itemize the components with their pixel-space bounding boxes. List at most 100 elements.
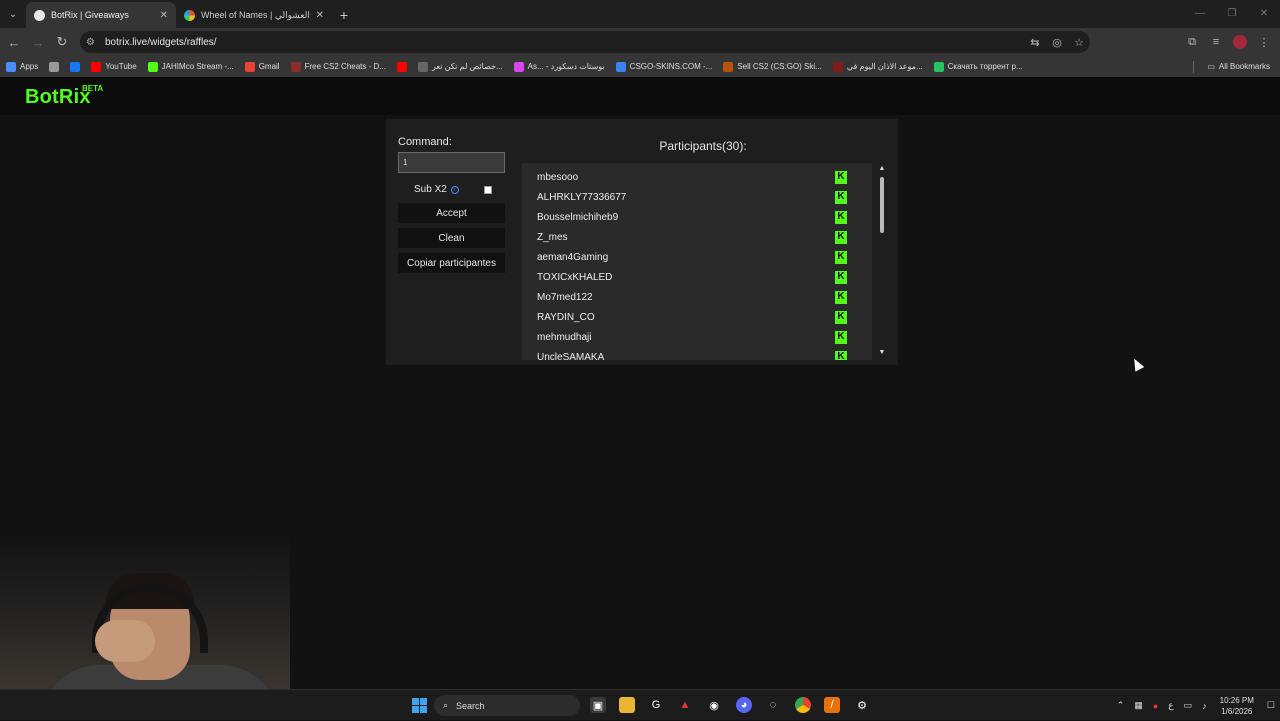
search-icon: ⌕ [443, 700, 449, 710]
participant-row[interactable]: UncleSAMAKA K [537, 347, 862, 360]
bookmark-item[interactable] [49, 61, 60, 72]
participant-row[interactable]: mehmudhaji K [537, 327, 862, 347]
tab-close-icon[interactable]: ✕ [316, 10, 324, 21]
participant-row[interactable]: mbesooo K [537, 167, 862, 187]
scroll-down-arrow-icon[interactable]: ▼ [878, 349, 886, 356]
clock-time: 10:26 PM [1219, 695, 1254, 705]
tab-search-chevron-icon[interactable]: ⌄ [0, 1, 26, 27]
steam-icon[interactable]: ◉ [706, 697, 722, 713]
participant-row[interactable]: TOXICxKHALED K [537, 267, 862, 287]
url-text: botrix.live/widgets/raffles/ [105, 36, 217, 48]
profile-avatar[interactable] [1233, 35, 1247, 49]
menu-kebab-icon[interactable]: ⋮ [1252, 36, 1276, 49]
info-icon[interactable]: i [450, 185, 459, 194]
notification-icon[interactable]: ☐ [1267, 700, 1275, 711]
tab-botrix-giveaways[interactable]: BotRix | Giveaways ✕ [26, 2, 176, 28]
reload-icon[interactable]: ↻ [50, 30, 74, 54]
clock[interactable]: 10:26 PM 1/6/2026 [1220, 695, 1254, 717]
tray-chevron-icon[interactable]: ⌃ [1117, 700, 1125, 711]
participants-scrollbar[interactable]: ▲ ▼ [878, 165, 886, 359]
participant-row[interactable]: ALHRKLY77336677 K [537, 187, 862, 207]
clean-button[interactable]: Clean [398, 228, 505, 248]
bookmark-item[interactable]: As... - بوستات دسكورد [513, 61, 605, 72]
obs-icon[interactable]: ◌ [765, 697, 781, 713]
maximize-icon[interactable]: ❐ [1216, 0, 1248, 26]
raffle-widget: Command: Sub X2 i Accept Clean Copiar pa… [386, 119, 898, 365]
participant-row[interactable]: Bousselmichiheb9 K [537, 207, 862, 227]
all-bookmarks-button[interactable]: ▭ All Bookmarks [1207, 62, 1270, 71]
bookmark-item[interactable]: Apps [6, 61, 38, 72]
extensions-puzzle-icon[interactable]: ⧉ [1180, 36, 1204, 49]
task-view-icon[interactable]: ▣ [590, 697, 606, 713]
close-window-icon[interactable]: ✕ [1248, 0, 1280, 26]
site-info-icon[interactable]: ⚙ [86, 37, 102, 48]
bookmark-item[interactable]: موعد الاذان اليوم في... [832, 61, 923, 72]
bookmark-label: Free CS2 Cheats - D... [304, 62, 386, 71]
bookmark-item[interactable]: CSGO-SKINS.COM -... [615, 61, 713, 72]
address-bar[interactable]: ⚙ botrix.live/widgets/raffles/ ⇆ ◎ ☆ [80, 31, 1090, 53]
settings-gear-icon[interactable]: ⚙ [854, 697, 870, 713]
discord-icon[interactable]: ◕ [736, 697, 752, 713]
participant-row[interactable]: Z_mes K [537, 227, 862, 247]
translate-icon[interactable]: ⇆ [1024, 36, 1046, 49]
language-icon[interactable]: ع [1168, 700, 1173, 711]
bookmark-item[interactable]: Gmail [244, 61, 280, 72]
network-icon[interactable]: ▭ [1184, 700, 1193, 711]
bookmark-item[interactable] [396, 61, 407, 72]
bookmark-item[interactable]: Free CS2 Cheats - D... [290, 61, 386, 72]
bookmark-label: As... - بوستات دسكورد [527, 62, 605, 71]
microphone-icon[interactable]: ● [1153, 701, 1158, 711]
bookmark-item[interactable] [70, 61, 81, 72]
participant-row[interactable]: Mo7med122 K [537, 287, 862, 307]
forward-arrow-icon[interactable]: → [26, 30, 50, 54]
bookmarks-separator [1193, 60, 1194, 73]
taskbar-search[interactable]: ⌕ Search [434, 695, 580, 716]
adobe-icon[interactable]: ▲ [677, 697, 693, 713]
participants-list[interactable]: mbesooo K ALHRKLY77336677 K Bousselmichiheb9… [522, 163, 872, 360]
participant-name: Bousselmichiheb9 [537, 211, 619, 223]
chrome-icon[interactable] [795, 697, 811, 713]
bookmark-label: Sell CS2 (CS:GO) Ski... [737, 62, 822, 71]
copy-participants-button[interactable]: Copiar participantes [398, 253, 505, 273]
reading-list-icon[interactable]: ≡ [1204, 36, 1228, 48]
bookmark-label: خصائص لم تكن تعر... [431, 62, 503, 71]
bookmark-item[interactable]: YouTube [91, 61, 137, 72]
start-windows-icon[interactable] [411, 697, 427, 713]
tray-app-icon[interactable]: ▦ [1134, 700, 1143, 711]
accept-button[interactable]: Accept [398, 203, 505, 223]
kick-icon: K [835, 310, 847, 324]
participant-row[interactable]: RAYDIN_CO K [537, 307, 862, 327]
beta-badge: BETA [82, 84, 104, 93]
bookmark-label: CSGO-SKINS.COM -... [629, 62, 713, 71]
command-input[interactable] [398, 152, 505, 173]
kick-icon: K [835, 270, 847, 284]
bookmark-star-icon[interactable]: ☆ [1068, 36, 1090, 49]
botrix-logo[interactable]: BotRix [25, 86, 91, 109]
tab-close-icon[interactable]: ✕ [160, 10, 168, 21]
scroll-thumb[interactable] [880, 177, 884, 233]
command-label: Command: [398, 136, 452, 148]
facebook-icon [70, 61, 81, 72]
new-tab-plus-icon[interactable]: + [332, 2, 356, 28]
wheel-favicon-icon [184, 9, 195, 21]
youtube-icon [91, 61, 102, 72]
logitech-g-icon[interactable]: G [648, 697, 664, 713]
scroll-up-arrow-icon[interactable]: ▲ [878, 165, 886, 172]
bookmark-item[interactable]: Sell CS2 (CS:GO) Ski... [723, 61, 822, 72]
participant-row[interactable]: aeman4Gaming K [537, 247, 862, 267]
sublime-icon[interactable]: / [824, 697, 840, 713]
tab-wheel-of-names[interactable]: Wheel of Names | ﻋﺸﻮﺍﺋﻲ ﺍﺳﻢ ﺍﻟﻌﺸﻮﺍﻟﻲ ✕ [176, 2, 332, 28]
bookmark-item[interactable]: خصائص لم تكن تعر... [417, 61, 503, 72]
bookmark-item[interactable]: Скачать торрент р... [933, 61, 1023, 72]
gem-icon [513, 61, 524, 72]
back-arrow-icon[interactable]: ← [2, 30, 26, 54]
minimize-icon[interactable]: — [1184, 0, 1216, 26]
file-explorer-icon[interactable] [619, 697, 635, 713]
bookmark-item[interactable]: JAHIMco Stream -... [147, 61, 234, 72]
sub-x2-checkbox[interactable] [484, 186, 492, 194]
volume-icon[interactable]: ♪ [1202, 701, 1207, 711]
eye-off-icon[interactable]: ◎ [1046, 36, 1068, 49]
kick-icon: K [835, 170, 847, 184]
participant-name: mbesooo [537, 171, 579, 183]
page-icon [417, 61, 428, 72]
